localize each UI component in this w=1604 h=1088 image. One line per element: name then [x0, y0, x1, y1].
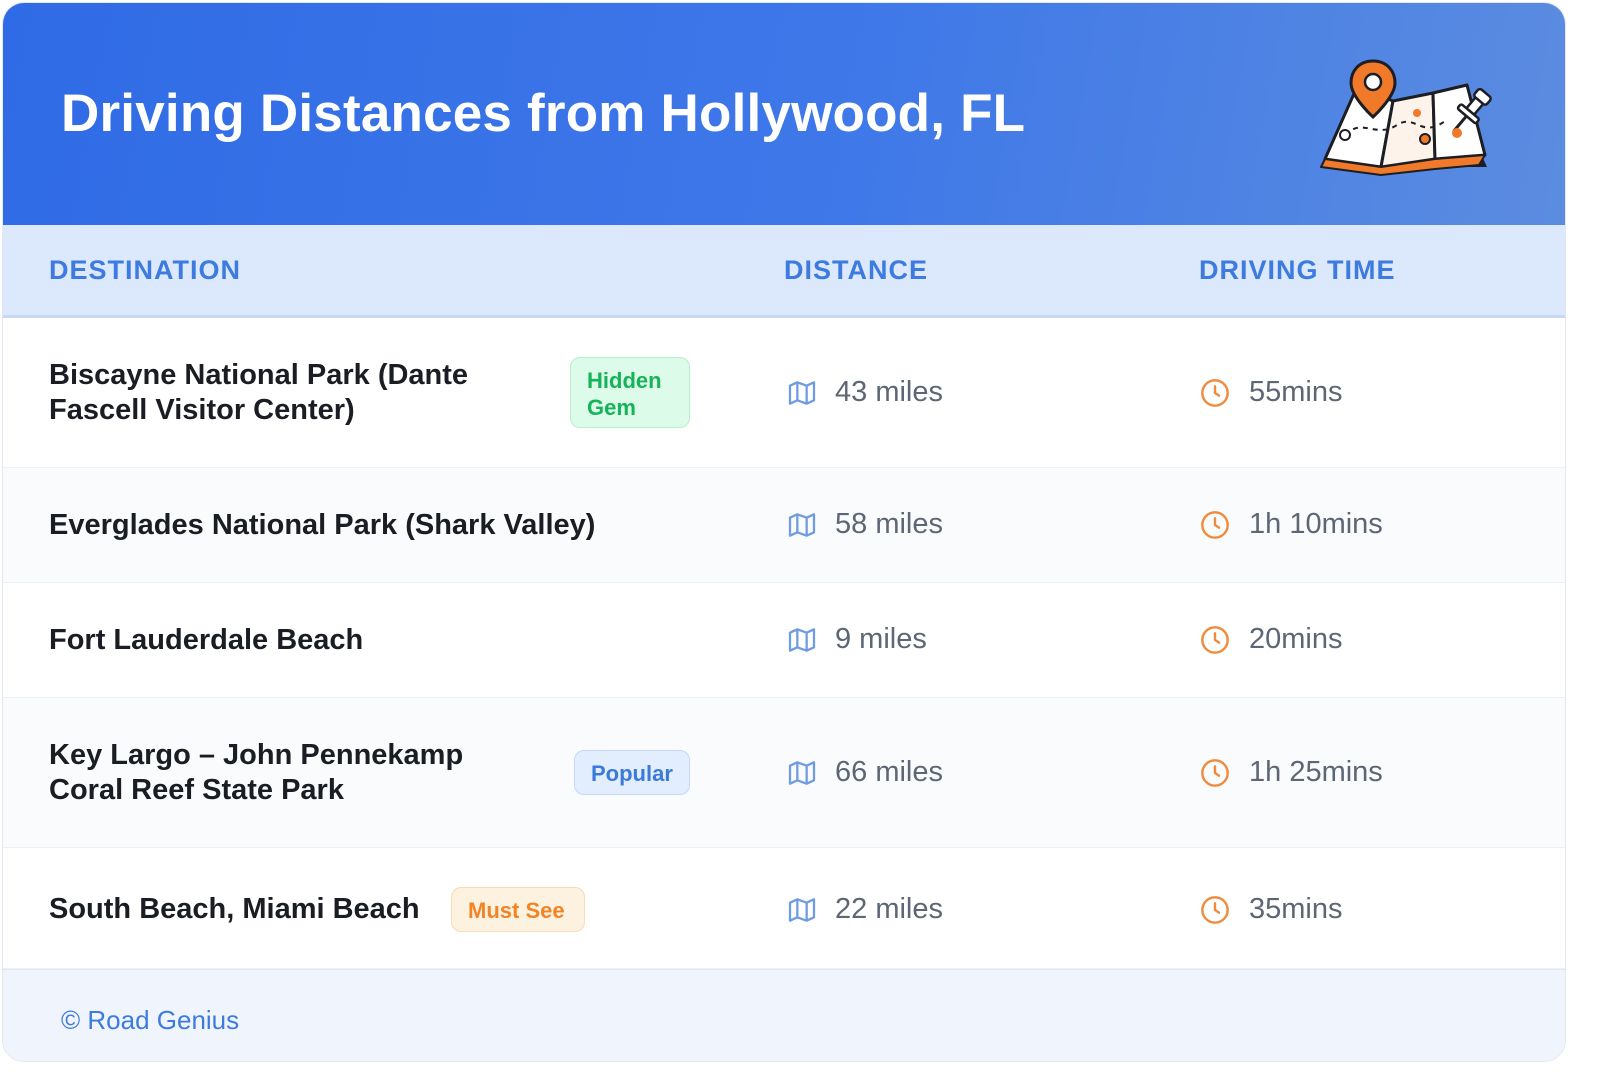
map-icon: [788, 513, 816, 537]
map-icon: [788, 898, 816, 922]
header-banner: Driving Distances from Hollywood, FL: [3, 3, 1565, 225]
footer-credit: © Road Genius: [61, 1005, 240, 1035]
clock-icon: [1201, 759, 1229, 787]
map-icon: [788, 628, 816, 652]
destination-name: Fort Lauderdale Beach: [49, 624, 364, 656]
footer: © Road Genius: [3, 969, 1565, 1061]
map-with-pins-icon: [1320, 59, 1492, 176]
destination-name: Everglades National Park (Shark Valley): [49, 509, 596, 541]
column-header-driving-time: DRIVING TIME: [1199, 255, 1396, 285]
map-icon: [788, 761, 816, 785]
hidden-gem-badge: Hidden Gem: [570, 357, 690, 428]
distance-value: 43 miles: [835, 376, 943, 408]
table-row: Biscayne National Park (Dante Fascell Vi…: [3, 318, 1565, 468]
distance-value: 66 miles: [835, 756, 943, 788]
clock-icon: [1201, 511, 1229, 539]
distance-value: 58 miles: [835, 508, 943, 540]
table-row: Everglades National Park (Shark Valley) …: [3, 468, 1565, 583]
popular-badge: Popular: [574, 750, 690, 795]
destination-name: South Beach, Miami Beach: [49, 893, 420, 925]
distance-value: 9 miles: [835, 623, 927, 655]
driving-time-value: 1h 25mins: [1249, 756, 1383, 788]
distance-value: 22 miles: [835, 893, 943, 925]
column-header-destination: DESTINATION: [49, 255, 241, 285]
map-icon: [788, 381, 816, 405]
clock-icon: [1201, 896, 1229, 924]
table-row: South Beach, Miami Beach Must See 22 mil…: [3, 848, 1565, 969]
destination-name: Key Largo – John Pennekamp Coral Reef St…: [49, 739, 464, 806]
column-header-distance: DISTANCE: [784, 255, 929, 285]
table-row: Fort Lauderdale Beach 9 miles 20mins: [3, 583, 1565, 698]
must-see-badge: Must See: [451, 887, 585, 932]
driving-time-value: 55mins: [1249, 376, 1343, 408]
distance-card: Driving Distances from Hollywood, FL DES…: [2, 2, 1566, 1062]
driving-time-value: 20mins: [1249, 623, 1343, 655]
page-title: Driving Distances from Hollywood, FL: [61, 84, 1026, 143]
driving-time-value: 35mins: [1249, 893, 1343, 925]
table-header: DESTINATION DISTANCE DRIVING TIME: [3, 225, 1565, 318]
clock-icon: [1201, 626, 1229, 654]
table-row: Key Largo – John Pennekamp Coral Reef St…: [3, 698, 1565, 848]
driving-time-value: 1h 10mins: [1249, 508, 1383, 540]
clock-icon: [1201, 379, 1229, 407]
destination-name: Biscayne National Park (Dante Fascell Vi…: [49, 359, 469, 426]
